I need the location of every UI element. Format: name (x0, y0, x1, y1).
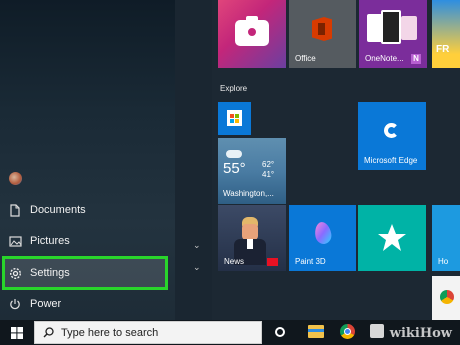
weather-high: 62° (262, 160, 275, 169)
nav-label: Pictures (30, 235, 70, 247)
tile-partial-label: Ho (438, 257, 449, 266)
office-icon (312, 17, 332, 41)
weather-location: Washington,... (223, 189, 274, 198)
chrome-icon[interactable] (340, 324, 355, 339)
onenote-screenshot (367, 10, 417, 46)
camera-icon (235, 16, 269, 46)
chevron-down-icon[interactable]: ⌄ (193, 262, 201, 273)
tile-camera[interactable] (218, 0, 286, 68)
chevron-down-icon[interactable]: ⌄ (193, 240, 201, 251)
tile-partial-right[interactable]: Ho (432, 205, 460, 271)
tile-office[interactable]: Office (289, 0, 356, 68)
tile-microsoft-edge[interactable]: Microsoft Edge (358, 102, 426, 170)
tile-game[interactable]: FR (432, 0, 460, 68)
windows-icon (11, 327, 23, 339)
taskbar-search-box[interactable]: Type here to search (34, 321, 262, 344)
avatar[interactable] (9, 172, 22, 185)
weather-temp: 55° (223, 160, 246, 177)
paint-3d-icon (313, 220, 333, 246)
nav-item-power[interactable]: Power (0, 290, 175, 318)
nav-item-settings[interactable]: Settings (0, 259, 175, 287)
gear-icon (0, 267, 30, 280)
search-placeholder: Type here to search (61, 327, 159, 339)
edge-icon (384, 123, 399, 138)
nav-label: Power (30, 298, 62, 310)
tile-onenote[interactable]: OneNote... N (359, 0, 427, 68)
onenote-icon: N (411, 54, 421, 64)
nav-item-documents[interactable]: Documents (0, 196, 175, 224)
tile-label: News (224, 257, 245, 266)
cloud-icon (226, 150, 242, 158)
tile-store[interactable] (218, 102, 251, 135)
tile-label: OneNote... (365, 54, 404, 63)
tile-weather[interactable]: 55° 62° 41° Washington,... (218, 138, 286, 204)
news-icon (267, 258, 278, 266)
nav-label: Settings (30, 267, 70, 279)
star-icon (378, 224, 406, 251)
file-explorer-icon[interactable] (308, 325, 324, 338)
start-menu-left-pane: Documents Pictures Settings Power (0, 0, 175, 320)
nav-label: Documents (30, 204, 86, 216)
tile-news[interactable]: News (218, 205, 286, 271)
tile-label: Microsoft Edge (364, 156, 418, 165)
group-header-explore: Explore (220, 84, 248, 93)
start-button[interactable] (0, 320, 34, 345)
nav-item-pictures[interactable]: Pictures (0, 227, 175, 255)
search-icon (43, 327, 54, 338)
weather-low: 41° (262, 170, 275, 179)
screen: Documents Pictures Settings Power ⌄ ⌄ Of… (0, 0, 460, 345)
document-icon (0, 203, 30, 217)
task-view-icon[interactable] (275, 327, 285, 337)
tile-label: Paint 3D (295, 257, 326, 266)
pictures-icon (0, 235, 30, 247)
taskbar-app-icon[interactable] (370, 324, 384, 338)
tile-partial-bottom[interactable] (432, 276, 460, 320)
tile-paint-3d[interactable]: Paint 3D (289, 205, 356, 271)
tile-favorites[interactable] (358, 205, 426, 271)
store-icon (227, 110, 242, 126)
chrome-icon (440, 290, 454, 304)
game-logo: FR (436, 44, 450, 55)
watermark: wikiHow (389, 326, 452, 341)
tile-label: Office (295, 54, 316, 63)
power-icon (0, 298, 30, 310)
